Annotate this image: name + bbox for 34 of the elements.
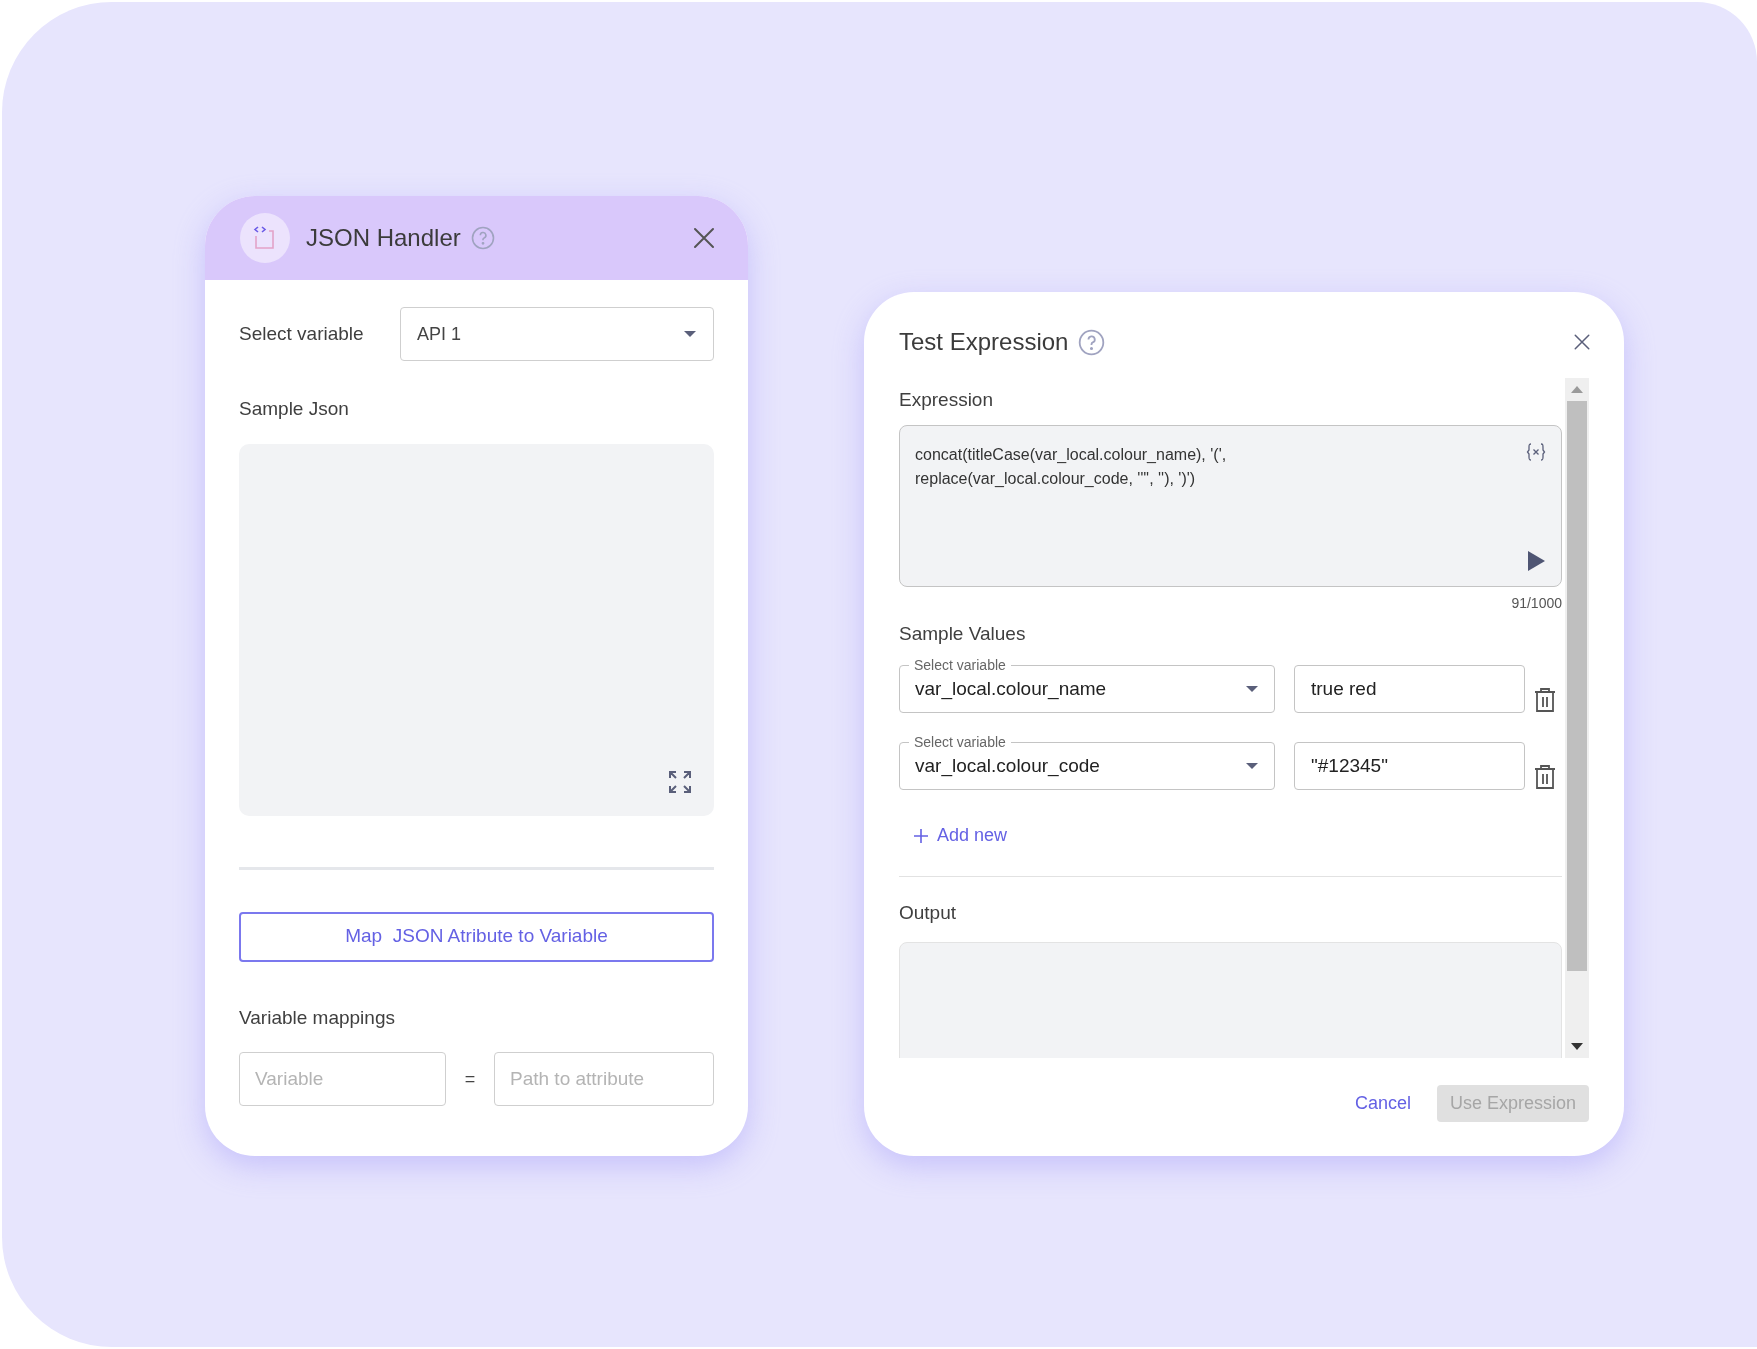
character-counter: 91/1000 <box>1511 593 1562 613</box>
play-icon[interactable] <box>1527 549 1546 572</box>
dialog-title: Test Expression <box>899 327 1069 357</box>
scroll-down-arrow-icon[interactable] <box>1571 1043 1583 1050</box>
sample-value-input[interactable]: true red <box>1294 665 1525 713</box>
expression-editor[interactable]: concat(titleCase(var_local.colour_name), '(', replace(var_local.colour_code, '"', ''), ')') <box>899 424 1562 587</box>
equals-sign: = <box>463 1067 477 1091</box>
variable-dropdown[interactable]: API 1 <box>400 307 714 361</box>
map-attribute-button[interactable]: Map JSON Atribute to Variable <box>239 911 714 962</box>
expression-text: concat(titleCase(var_local.colour_name), '(', replace(var_local.colour_code, '"', ''), ')') <box>915 444 1228 489</box>
caret-icon <box>683 330 697 338</box>
cancel-button[interactable]: Cancel <box>1354 1090 1411 1117</box>
add-new-button[interactable]: Add new <box>913 822 1008 849</box>
code-file-icon <box>240 213 290 263</box>
field-label: Select variable <box>239 321 365 346</box>
delete-icon[interactable] <box>1534 687 1556 713</box>
path-input[interactable]: Path to attribute <box>494 1052 714 1106</box>
caret-icon <box>1245 685 1259 693</box>
caret-icon <box>1245 762 1259 770</box>
card-title: JSON Handler <box>306 223 461 253</box>
variable-insert-icon[interactable] <box>1526 442 1546 461</box>
variable-input[interactable]: Variable <box>239 1052 446 1106</box>
plus-icon <box>913 827 929 844</box>
section-label: Variable mappings <box>239 1005 396 1030</box>
section-label: Expression <box>899 388 994 412</box>
close-button[interactable] <box>1573 333 1591 351</box>
delete-icon[interactable] <box>1534 764 1556 790</box>
sample-value-input[interactable]: "#12345" <box>1294 742 1525 790</box>
section-label: Output <box>899 901 958 925</box>
section-label: Sample Values <box>899 621 1027 646</box>
close-button[interactable] <box>692 226 716 250</box>
scrollbar[interactable] <box>1565 378 1589 1058</box>
expand-icon[interactable] <box>668 769 692 794</box>
section-label: Sample Json <box>239 397 350 421</box>
